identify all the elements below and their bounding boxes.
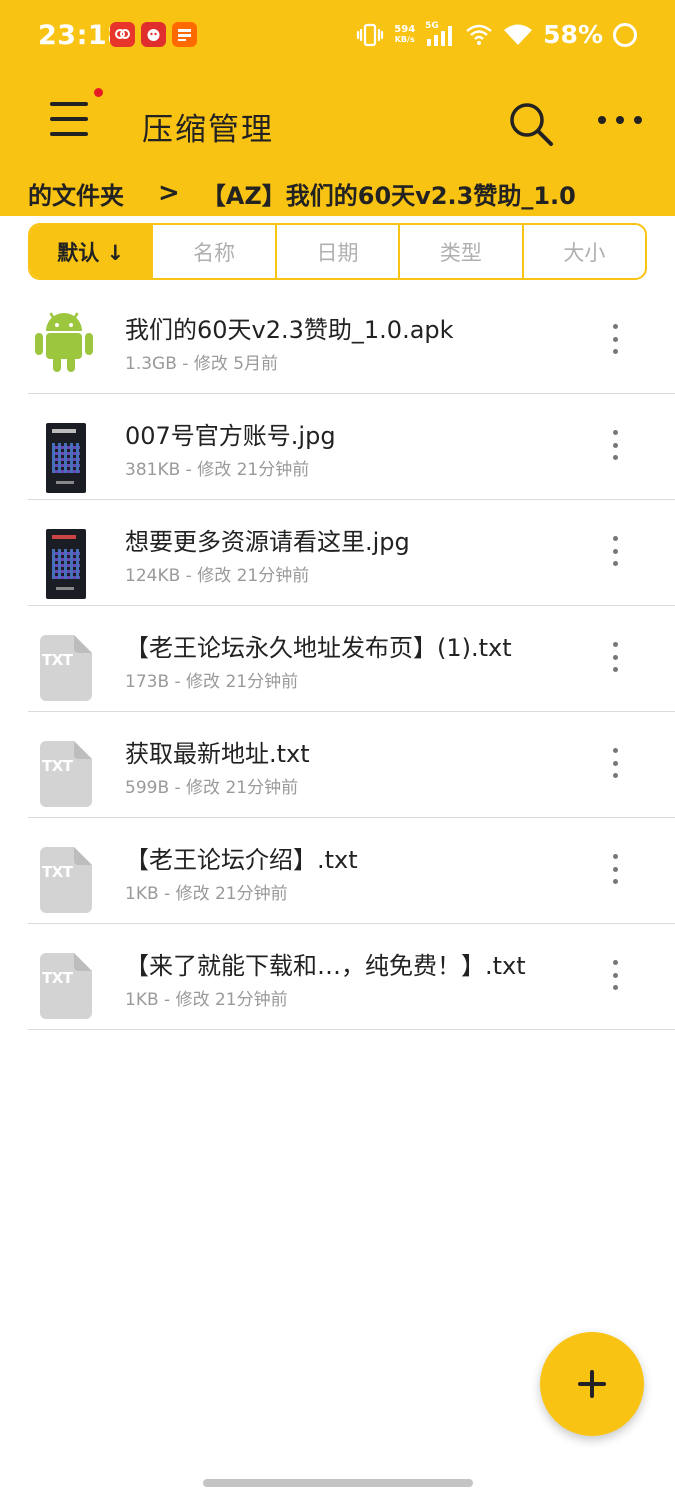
file-list: 我们的60天v2.3赞助_1.0.apk 1.3GB - 修改 5月前 007号… <box>0 288 675 1030</box>
txt-label: TXT <box>42 969 73 987</box>
txt-label: TXT <box>42 863 73 881</box>
app-notification-icon <box>141 22 166 47</box>
image-thumbnail <box>32 515 96 599</box>
file-row[interactable]: TXT 【老王论坛永久地址发布页】(1).txt 173B - 修改 21分钟前 <box>28 606 675 712</box>
sort-tab-type[interactable]: 类型 <box>398 225 521 278</box>
app-header: 23:18 594 KB/s 5G 58% 压缩管理 的文件夹 > 【AZ】我们… <box>0 0 675 216</box>
breadcrumb-current[interactable]: 【AZ】我们的60天v2.3赞助_1.0 <box>202 176 576 211</box>
txt-file-icon: TXT <box>32 833 96 913</box>
net-speed-unit: KB/s <box>394 34 415 44</box>
file-name: 007号官方账号.jpg <box>125 422 336 450</box>
file-row[interactable]: 我们的60天v2.3赞助_1.0.apk 1.3GB - 修改 5月前 <box>28 288 675 394</box>
file-meta: 1KB - 修改 21分钟前 <box>125 884 288 904</box>
sort-tab-name[interactable]: 名称 <box>151 225 274 278</box>
app-notification-icon <box>172 22 197 47</box>
file-meta: 599B - 修改 21分钟前 <box>125 778 299 798</box>
file-name: 【老王论坛永久地址发布页】(1).txt <box>125 634 512 662</box>
cellular-signal-icon: 5G <box>425 21 455 47</box>
txt-file-icon: TXT <box>32 727 96 807</box>
home-indicator[interactable] <box>203 1479 473 1487</box>
wifi-icon <box>504 24 533 45</box>
file-meta: 1.3GB - 修改 5月前 <box>125 354 279 374</box>
chevron-right-icon: > <box>158 178 180 208</box>
image-thumbnail <box>32 409 96 493</box>
file-meta: 124KB - 修改 21分钟前 <box>125 566 310 586</box>
file-row[interactable]: TXT 【老王论坛介绍】.txt 1KB - 修改 21分钟前 <box>28 818 675 924</box>
file-row[interactable]: TXT 获取最新地址.txt 599B - 修改 21分钟前 <box>28 712 675 818</box>
notification-dot <box>94 88 103 97</box>
file-row[interactable]: TXT 【来了就能下载和…，纯免费！】.txt 1KB - 修改 21分钟前 <box>28 924 675 1030</box>
toolbar: 压缩管理 <box>0 72 675 172</box>
app-notification-icon <box>110 22 135 47</box>
file-name: 想要更多资源请看这里.jpg <box>125 528 410 556</box>
more-vertical-icon[interactable] <box>606 642 624 672</box>
sort-tab-default[interactable]: 默认 ↓ <box>30 225 152 278</box>
sort-tab-date[interactable]: 日期 <box>274 225 398 278</box>
status-indicators: 594 KB/s 5G 58% <box>356 20 637 49</box>
wifi-assist-icon <box>466 24 492 45</box>
search-icon[interactable] <box>505 98 557 150</box>
txt-file-icon: TXT <box>32 939 96 1019</box>
more-horizontal-icon[interactable] <box>598 116 642 126</box>
txt-file-icon: TXT <box>32 621 96 701</box>
file-meta: 173B - 修改 21分钟前 <box>125 672 299 692</box>
battery-percentage: 58% <box>543 20 603 49</box>
more-vertical-icon[interactable] <box>606 748 624 778</box>
file-row[interactable]: 想要更多资源请看这里.jpg 124KB - 修改 21分钟前 <box>28 500 675 606</box>
sort-tabs: 默认 ↓ 名称 日期 类型 大小 <box>28 223 647 280</box>
notification-icons <box>110 22 197 47</box>
android-icon <box>32 303 96 375</box>
net-speed: 594 KB/s <box>394 23 416 45</box>
more-vertical-icon[interactable] <box>606 536 624 566</box>
vibrate-icon <box>357 23 384 46</box>
breadcrumb: 的文件夹 > 【AZ】我们的60天v2.3赞助_1.0 <box>28 176 576 210</box>
file-row[interactable]: 007号官方账号.jpg 381KB - 修改 21分钟前 <box>28 394 675 500</box>
sort-tab-size[interactable]: 大小 <box>521 225 645 278</box>
breadcrumb-parent[interactable]: 的文件夹 <box>28 176 124 211</box>
file-name: 我们的60天v2.3赞助_1.0.apk <box>125 316 454 344</box>
more-vertical-icon[interactable] <box>606 324 624 354</box>
more-vertical-icon[interactable] <box>606 430 624 460</box>
page-title: 压缩管理 <box>142 112 274 148</box>
more-vertical-icon[interactable] <box>606 960 624 990</box>
net-speed-value: 594 <box>394 23 416 35</box>
file-name: 【来了就能下载和…，纯免费！】.txt <box>125 952 526 980</box>
hamburger-menu-icon[interactable] <box>50 88 103 138</box>
file-name: 【老王论坛介绍】.txt <box>125 846 358 874</box>
file-meta: 381KB - 修改 21分钟前 <box>125 460 310 480</box>
add-button[interactable] <box>540 1332 644 1436</box>
txt-label: TXT <box>42 651 73 669</box>
file-name: 获取最新地址.txt <box>125 740 310 768</box>
txt-label: TXT <box>42 757 73 775</box>
battery-icon <box>613 22 637 47</box>
status-bar: 23:18 594 KB/s 5G 58% <box>0 0 675 72</box>
more-vertical-icon[interactable] <box>606 854 624 884</box>
file-meta: 1KB - 修改 21分钟前 <box>125 990 288 1010</box>
